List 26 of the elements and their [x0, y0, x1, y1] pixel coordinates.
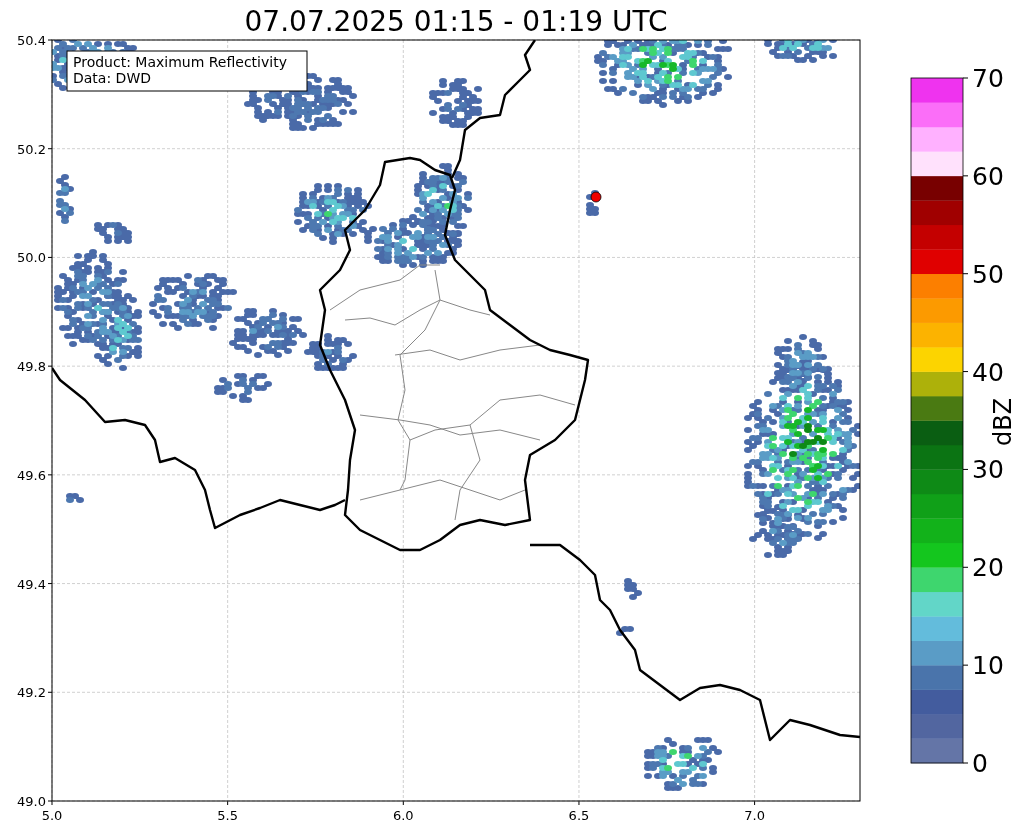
colorbar-label: dBZ	[989, 397, 1017, 447]
colorbar-tick-label: 40	[972, 357, 1004, 387]
location-marker	[590, 191, 602, 203]
colorbar-tick-label: 60	[972, 161, 1004, 191]
info-text: Product: Maximum Reflectivity	[73, 54, 287, 70]
y-tick-label: 50.4	[17, 33, 46, 48]
x-tick-label: 7.0	[744, 808, 765, 823]
y-tick-label: 49.6	[17, 467, 46, 483]
colorbar-tick-label: 10	[972, 651, 1004, 681]
x-tick-label: 6.5	[568, 808, 590, 823]
y-tick-label: 50.2	[17, 141, 46, 157]
colorbar-tick-label: 50	[972, 259, 1004, 289]
colorbar-tick-label: 0	[972, 749, 988, 778]
y-tick-label: 49.0	[17, 794, 46, 809]
colorbar-tick-label: 30	[972, 455, 1004, 485]
y-tick-label: 49.8	[17, 359, 46, 375]
x-tick-label: 5.5	[217, 808, 238, 823]
chart-title: 07.07.2025 01:15 - 01:19 UTC	[244, 5, 668, 38]
info-text: Data: DWD	[73, 70, 151, 86]
x-tick-label: 6.0	[392, 808, 414, 823]
y-tick-label: 50.0	[17, 250, 46, 266]
colorbar-tick-label: 20	[972, 553, 1004, 583]
x-tick-label: 5.0	[41, 808, 63, 823]
colorbar-tick-label: 70	[972, 64, 1004, 93]
y-tick-label: 49.4	[17, 576, 46, 592]
y-tick-label: 49.2	[17, 685, 46, 701]
